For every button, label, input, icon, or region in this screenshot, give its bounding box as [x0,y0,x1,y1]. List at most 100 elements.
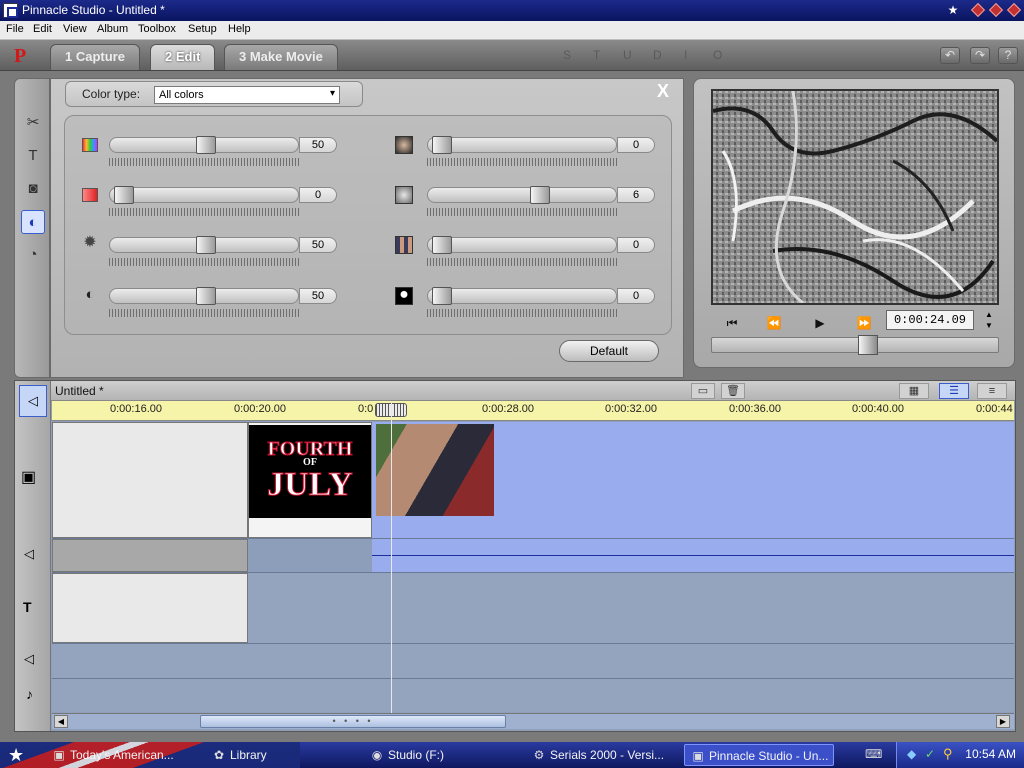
audio-lock-icon[interactable]: ◁ [19,385,47,417]
slider-thumb[interactable] [432,136,452,154]
search-icon[interactable]: ⚲ [943,746,953,762]
camera-toolbox-icon[interactable]: ◙ [21,177,45,201]
video-clip-thumbnail [376,424,494,516]
toolbox-sidebar: ✂ T ◙ ◐ ◔ [14,78,50,378]
timecode-spinner[interactable]: ▲ ▼ [982,309,996,331]
task-pinnacle-studio[interactable]: ▣ Pinnacle Studio - Un... [684,744,834,766]
slider-group: 50 0 ✹ 50 ◐ 50 0 6 0 0 [64,115,672,335]
redo-button[interactable]: ↷ [970,47,990,64]
storyboard-view-icon[interactable]: ▭ [691,383,715,399]
title-clip[interactable]: FOURTH OF JULY [248,422,372,538]
menu-help[interactable]: Help [228,23,251,35]
blur-slider[interactable] [427,136,617,154]
timeline-view-icon[interactable]: ☰ [939,383,969,399]
track-divider [52,678,1014,679]
help-button[interactable]: ? [998,47,1018,64]
contrast-icon: ◐ [85,286,95,303]
slider-thumb[interactable] [114,186,134,204]
default-button[interactable]: Default [559,340,659,362]
audio-clip[interactable] [372,539,1014,572]
audio-slot-empty[interactable] [52,539,248,572]
scroll-left-arrow[interactable]: ◀ [54,715,68,728]
timeline-scrollbar[interactable]: ◀ • • • • ▶ [52,713,1014,729]
saturation-value: 0 [299,187,337,203]
menu-view[interactable]: View [63,23,87,35]
mosaic-slider[interactable] [427,236,617,254]
window-title: Pinnacle Studio - Untitled * [22,3,165,17]
slider-thumb[interactable] [196,287,216,305]
slider-thumb[interactable] [432,287,452,305]
slider-thumb[interactable] [530,186,551,204]
speed-toolbox-icon[interactable]: ◔ [21,243,45,267]
scene-view-icon[interactable]: ▦ [899,383,929,399]
slider-thumb[interactable] [432,236,452,254]
sound-effect-track-icon[interactable]: ◁ [24,651,34,667]
rewind-button[interactable]: ⏪ [760,314,788,332]
slider-ticks [109,309,299,317]
timecode-field[interactable]: 0:00:24.09 [886,310,974,330]
title-toolbox-icon[interactable]: T [21,144,45,168]
scroll-thumb[interactable]: • • • • [200,715,506,728]
emboss-slider[interactable] [427,186,617,204]
scroll-right-arrow[interactable]: ▶ [996,715,1010,728]
tab-edit[interactable]: 2 Edit [150,44,216,70]
mosaic-icon [395,236,413,254]
audio-slot[interactable] [248,539,372,572]
star-icon[interactable]: ★ [946,3,960,17]
menu-edit[interactable]: Edit [33,23,52,35]
brightness-slider[interactable] [109,236,299,254]
menu-setup[interactable]: Setup [188,23,217,35]
menu-toolbox[interactable]: Toolbox [138,23,176,35]
studio-letter: T [593,48,603,62]
network-icon[interactable]: ✓ [925,747,935,761]
go-to-start-button[interactable]: ⏮ [718,314,746,332]
scrubber-track[interactable] [711,337,999,353]
preview-player: ⏮ ⏪ ▶ ⏩ 0:00:24.09 ▲ ▼ [693,78,1015,368]
task-studio-drive[interactable]: ◉ Studio (F:) [364,744,514,766]
scrubber-thumb[interactable] [858,335,879,355]
tab-capture[interactable]: 1 Capture [50,44,140,70]
video-toolbox-icon[interactable]: ✂ [21,111,45,135]
task-todays-american[interactable]: ▣ Today's American... [46,744,176,766]
close-panel-button[interactable]: X [657,81,669,102]
slider-thumb[interactable] [196,136,216,154]
music-track-icon[interactable]: ♪ [26,686,33,702]
track-divider [52,643,1014,644]
saturation-slider[interactable] [109,186,299,204]
timeline-ruler[interactable]: 0:00:16.00 0:00:20.00 0:0 0:00:28.00 0:0… [52,401,1014,421]
posterize-slider[interactable] [427,287,617,305]
task-library[interactable]: ✿ Library [206,744,326,766]
maximize-button[interactable] [988,2,1004,18]
menu-album[interactable]: Album [97,23,128,35]
tab-make-movie[interactable]: 3 Make Movie [224,44,338,70]
video-clip[interactable] [372,422,1014,538]
empty-clip-slot[interactable] [52,422,248,538]
close-button[interactable] [1006,2,1022,18]
delete-icon[interactable]: 🗑 [721,383,745,399]
library-icon: ✿ [213,748,225,762]
keyboard-icon[interactable]: ⌨ [865,747,882,761]
menu-file[interactable]: File [6,23,24,35]
title-track-slot[interactable] [52,573,248,643]
text-view-icon[interactable]: ≡ [977,383,1007,399]
minimize-button[interactable] [970,2,986,18]
audio-track-icon[interactable]: ◁ [24,546,34,562]
video-track-icon[interactable]: ▣ [21,467,36,487]
color-type-select[interactable]: All colors ▾ [154,86,340,104]
task-serials[interactable]: ⚙ Serials 2000 - Versi... [526,744,676,766]
bluetooth-icon[interactable]: ◆ [907,747,916,761]
hue-slider[interactable] [109,136,299,154]
undo-button[interactable]: ↶ [940,47,960,64]
fast-forward-button[interactable]: ⏩ [850,314,878,332]
title-track-icon[interactable]: T [23,599,32,615]
slider-ticks [109,208,299,216]
playhead-line[interactable] [391,401,392,713]
slider-thumb[interactable] [196,236,216,254]
effects-toolbox-icon[interactable]: ◐ [21,210,45,234]
start-star-icon[interactable]: ★ [8,744,24,766]
color-type-label: Color type: [82,87,141,101]
blur-icon [395,136,413,154]
color-type-group: Color type: All colors ▾ [65,81,363,107]
play-button[interactable]: ▶ [806,314,834,332]
contrast-slider[interactable] [109,287,299,305]
